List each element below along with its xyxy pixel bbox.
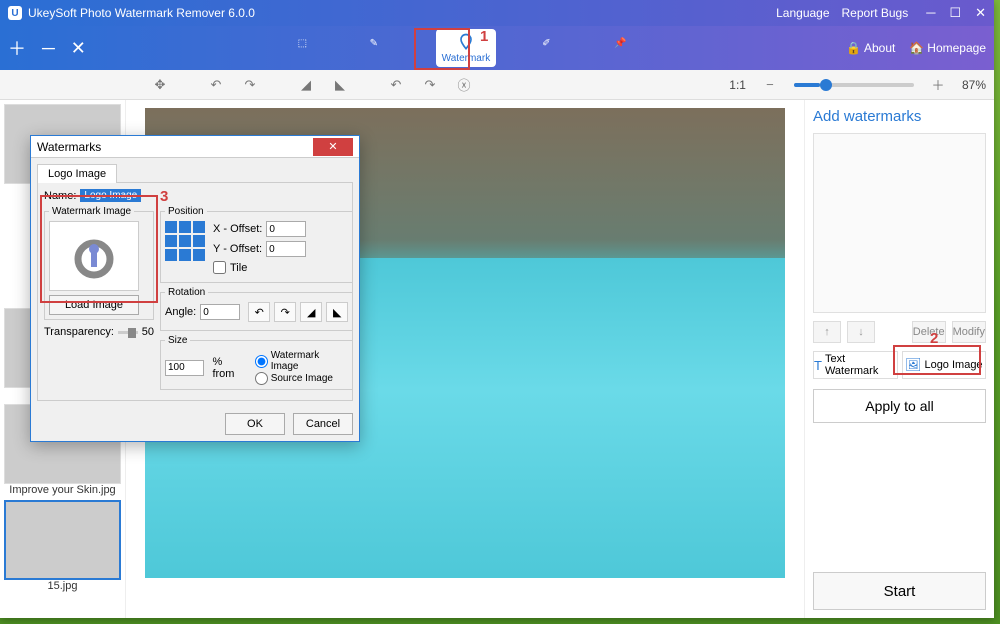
zoom-in-icon[interactable]: ＋ (928, 75, 948, 95)
callout-3: 3 (160, 188, 168, 205)
redo-icon[interactable]: ↷ (420, 75, 440, 95)
zoom-percent: 87% (962, 78, 986, 92)
move-down-icon[interactable]: ↓ (847, 321, 875, 343)
remove-icon[interactable]: ✕ (71, 38, 86, 59)
brush-tool[interactable]: ✎ (364, 35, 396, 61)
homepage-link[interactable]: 🏠Homepage (909, 41, 986, 55)
size-input[interactable]: 100 (165, 360, 204, 376)
ribbon: ＋ ─ ✕ ⬚ ✎ Watermark ✐ 📌 🔒About 🏠Homepage (0, 26, 994, 70)
rotation-legend: Rotation (165, 287, 208, 298)
name-label: Name: (44, 190, 76, 202)
y-offset-label: Y - Offset: (213, 243, 262, 255)
callout-1: 1 (480, 28, 488, 45)
rotate-left-icon[interactable]: ↶ (206, 75, 226, 95)
angle-label: Angle: (165, 306, 196, 318)
flip-v-icon[interactable]: ◣ (326, 302, 348, 322)
clear-icon[interactable]: ⓧ (454, 75, 474, 95)
position-legend: Position (165, 206, 207, 217)
maximize-icon[interactable]: ☐ (949, 5, 961, 21)
tile-checkbox[interactable] (213, 261, 226, 274)
flip-v-icon[interactable]: ◣ (330, 75, 350, 95)
watermark-logo-preview (49, 221, 139, 291)
zoom-ratio[interactable]: 1:1 (729, 78, 746, 92)
pin-tool[interactable]: 📌 (608, 35, 640, 61)
language-link[interactable]: Language (776, 6, 829, 20)
name-input[interactable]: Logo Image (80, 189, 141, 202)
transparency-value: 50 (142, 326, 154, 338)
watermarks-dialog: Watermarks ✕ Logo Image Name: Logo Image… (30, 135, 360, 442)
logo-image-button[interactable]: 🖼Logo Image (902, 351, 987, 379)
flip-h-icon[interactable]: ◢ (296, 75, 316, 95)
apply-to-all-button[interactable]: Apply to all (813, 389, 986, 423)
y-offset-input[interactable]: 0 (266, 241, 306, 257)
radio-watermark-image[interactable] (255, 355, 268, 368)
watermark-preview (813, 133, 986, 313)
close-icon[interactable]: ✕ (975, 5, 986, 21)
angle-input[interactable]: 0 (200, 304, 240, 320)
watermark-tool-label: Watermark (442, 53, 491, 64)
zoom-slider[interactable] (794, 83, 914, 87)
about-link[interactable]: 🔒About (846, 41, 895, 55)
image-icon: 🖼 (905, 357, 922, 373)
thumb-item[interactable]: 15.jpg (4, 500, 121, 592)
flip-h-icon[interactable]: ◢ (300, 302, 322, 322)
secondary-toolbar: ✥ ↶ ↷ ◢ ◣ ↶ ↷ ⓧ 1:1 − ＋ 87% (0, 70, 994, 100)
position-grid[interactable] (165, 221, 205, 261)
start-button[interactable]: Start (813, 572, 986, 610)
lock-icon: 🔒 (846, 41, 861, 55)
eraser-tool[interactable]: ✐ (536, 35, 568, 61)
x-offset-input[interactable]: 0 (266, 221, 306, 237)
rotate-cw-icon[interactable]: ↷ (274, 302, 296, 322)
side-panel: Add watermarks ↑ ↓ Delete Modify TText W… (804, 100, 994, 618)
app-logo: U (8, 6, 22, 20)
load-image-button[interactable]: Load Image (49, 295, 139, 315)
size-unit: % from (212, 356, 246, 380)
dialog-close-button[interactable]: ✕ (313, 138, 353, 156)
minimize-icon[interactable]: ─ (926, 5, 935, 21)
x-offset-label: X - Offset: (213, 223, 262, 235)
report-bugs-link[interactable]: Report Bugs (842, 6, 909, 20)
home-icon: 🏠 (909, 41, 924, 55)
rotate-ccw-icon[interactable]: ↶ (248, 302, 270, 322)
modify-button[interactable]: Modify (952, 321, 986, 343)
undo-icon[interactable]: ↶ (386, 75, 406, 95)
watermark-image-legend: Watermark Image (49, 206, 134, 217)
ok-button[interactable]: OK (225, 413, 285, 435)
move-up-icon[interactable]: ↑ (813, 321, 841, 343)
app-title: UkeySoft Photo Watermark Remover 6.0.0 (28, 6, 255, 20)
zoom-out-icon[interactable]: − (760, 75, 780, 95)
text-icon: T (814, 358, 822, 373)
move-icon[interactable]: ✥ (150, 75, 170, 95)
radio-source-image[interactable] (255, 372, 268, 385)
cancel-button[interactable]: Cancel (293, 413, 353, 435)
delete-button[interactable]: Delete (912, 321, 946, 343)
transparency-slider[interactable] (118, 331, 138, 334)
text-watermark-button[interactable]: TText Watermark (813, 351, 898, 379)
crop-tool[interactable]: ⬚ (292, 35, 324, 61)
add-icon[interactable]: ＋ (8, 35, 26, 61)
rotate-right-icon[interactable]: ↷ (240, 75, 260, 95)
logo-image-tab[interactable]: Logo Image (37, 164, 117, 183)
size-legend: Size (165, 335, 190, 346)
side-panel-title: Add watermarks (813, 108, 986, 125)
callout-2: 2 (930, 330, 938, 347)
dialog-title: Watermarks (37, 140, 313, 154)
titlebar: U UkeySoft Photo Watermark Remover 6.0.0… (0, 0, 994, 26)
minus-icon[interactable]: ─ (42, 38, 55, 59)
transparency-label: Transparency: (44, 326, 114, 338)
